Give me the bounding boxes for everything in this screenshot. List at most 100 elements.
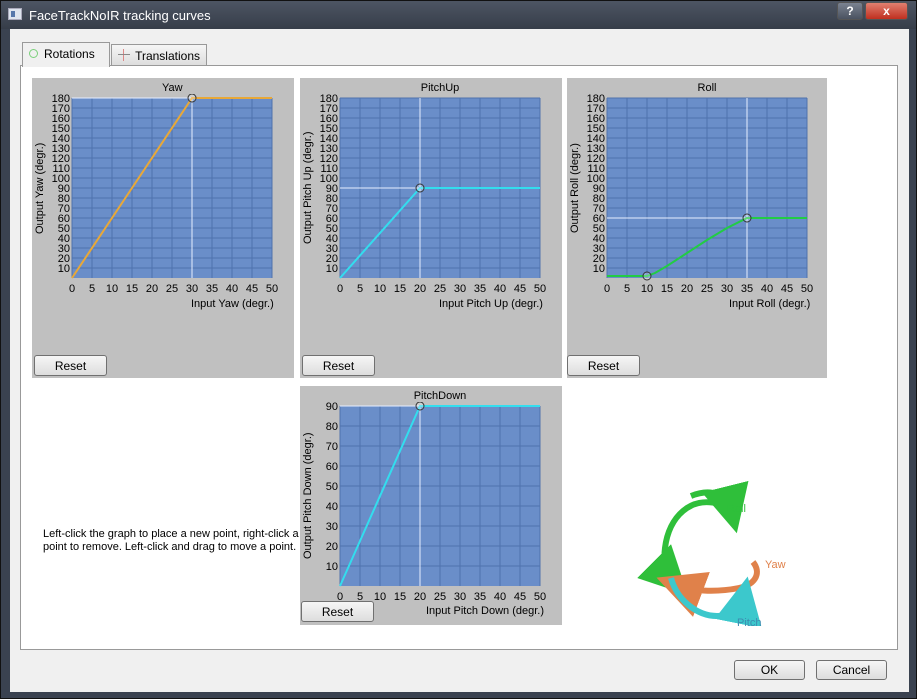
tab-rotations-label: Rotations [44, 47, 95, 61]
yaw-reset-button[interactable]: Reset [34, 355, 107, 376]
pitchdown-control-point[interactable] [415, 402, 425, 411]
rotation-icon [29, 49, 38, 58]
rotations-page: Yaw Output Yaw (degr.) 0 5 10 15 20 25 30 35 40 4… [20, 65, 898, 650]
pitchup-x-tick-label: 20 [414, 283, 426, 295]
yaw-x-tick-label: 15 [126, 283, 138, 295]
roll-y-tick-label: 180 [587, 94, 605, 105]
pitchdown-y-tick-label: 70 [326, 441, 338, 453]
roll-control-point[interactable] [642, 271, 652, 281]
yaw-label: Yaw [765, 559, 786, 571]
roll-x-axis-title: Input Roll (degr.) [729, 298, 811, 310]
help-button[interactable]: ? [837, 2, 863, 20]
pitchup-x-tick-label: 25 [434, 283, 446, 295]
pitch-arrow [668, 576, 762, 626]
yaw-x-tick-label: 25 [166, 283, 178, 295]
yaw-x-tick-label: 10 [106, 283, 118, 295]
pitchdown-y-tick-label: 20 [326, 541, 338, 553]
pitchdown-x-tick-label: 45 [514, 591, 526, 603]
yaw-chart-title: Yaw [162, 82, 183, 94]
roll-x-tick-label: 15 [661, 283, 673, 295]
pitchdown-chart[interactable]: 0 5 10 15 20 25 30 35 40 45 50102030405060708090 [314, 402, 562, 607]
pitchup-x-tick-label: 10 [374, 283, 386, 295]
yaw-x-tick-label: 45 [246, 283, 258, 295]
pitchdown-y-tick-label: 60 [326, 461, 338, 473]
pitchdown-reset-button[interactable]: Reset [301, 601, 374, 622]
pitchdown-x-tick-label: 25 [434, 591, 446, 603]
pitchup-chart[interactable]: 0 5 10 15 20 25 30 35 40 45 5010203040506070809010… [314, 94, 562, 314]
pitchdown-x-axis-title: Input Pitch Down (degr.) [426, 605, 545, 617]
pitchup-x-tick-label: 30 [454, 283, 466, 295]
yaw-x-tick-label: 0 [69, 283, 75, 295]
yaw-x-tick-label: 5 [89, 283, 95, 295]
tab-translations[interactable]: Translations [111, 44, 207, 66]
yaw-y-tick-label: 180 [52, 94, 70, 105]
title-bar[interactable]: FaceTrackNoIR tracking curves ? x [1, 1, 916, 29]
pitchdown-x-tick-label: 40 [494, 591, 506, 603]
roll-x-tick-label: 5 [624, 283, 630, 295]
yaw-control-point[interactable] [187, 94, 197, 103]
pitchup-y-axis-title: Output Pitch Up (degr.) [302, 131, 314, 245]
pitchup-control-point[interactable] [415, 183, 425, 193]
roll-label: Roll [727, 503, 746, 515]
roll-x-tick-label: 30 [721, 283, 733, 295]
cancel-button[interactable]: Cancel [816, 660, 887, 680]
yaw-x-tick-label: 50 [266, 283, 278, 295]
roll-x-tick-label: 45 [781, 283, 793, 295]
roll-x-tick-label: 20 [681, 283, 693, 295]
roll-arrow [637, 499, 720, 595]
roll-reset-button[interactable]: Reset [567, 355, 640, 376]
pitchdown-y-tick-label: 40 [326, 501, 338, 513]
pitchdown-x-tick-label: 30 [454, 591, 466, 603]
pitchdown-x-tick-label: 10 [374, 591, 386, 603]
roll-x-tick-label: 10 [641, 283, 653, 295]
pitchup-x-tick-label: 15 [394, 283, 406, 295]
tab-rotations[interactable]: Rotations [22, 42, 110, 67]
help-text: Left-click the graph to place a new poin… [43, 528, 299, 553]
pitchdown-x-tick-label: 35 [474, 591, 486, 603]
translation-icon [118, 49, 131, 61]
yaw-x-tick-label: 30 [186, 283, 198, 295]
yaw-x-tick-label: 20 [146, 283, 158, 295]
pitchdown-x-tick-label: 15 [394, 591, 406, 603]
yaw-chart[interactable]: 0 5 10 15 20 25 30 35 40 45 5010203040506070809010… [46, 94, 294, 314]
ok-button[interactable]: OK [734, 660, 805, 680]
pitchup-y-tick-label: 180 [320, 94, 338, 105]
yaw-arrow [656, 560, 760, 617]
roll-chart-title: Roll [697, 82, 717, 94]
pitchdown-y-axis-title: Output Pitch Down (degr.) [302, 432, 314, 560]
pitchdown-y-tick-label: 30 [326, 521, 338, 533]
pitchdown-chart-title: PitchDown [413, 390, 467, 402]
yaw-x-tick-label: 40 [226, 283, 238, 295]
pitchup-x-tick-label: 5 [357, 283, 363, 295]
pitchup-x-tick-label: 45 [514, 283, 526, 295]
app-icon [8, 8, 22, 20]
yaw-curve-panel: Yaw Output Yaw (degr.) 0 5 10 15 20 25 30 35 40 4… [32, 78, 294, 378]
roll-x-tick-label: 35 [741, 283, 753, 295]
pitchdown-y-tick-label: 50 [326, 481, 338, 493]
pitchdown-x-tick-label: 20 [414, 591, 426, 603]
roll-x-tick-label: 50 [801, 283, 813, 295]
yaw-y-axis-title: Output Yaw (degr.) [34, 142, 46, 234]
pitchdown-curve-panel: PitchDown Output Pitch Down (degr.) 0 5 10… [300, 386, 562, 625]
pitchup-reset-button[interactable]: Reset [302, 355, 375, 376]
close-button[interactable]: x [865, 2, 908, 20]
dialog-client-area: Rotations Translations Yaw Output Yaw (d… [10, 29, 909, 692]
pitchup-x-tick-label: 0 [337, 283, 343, 295]
pitchup-x-tick-label: 40 [494, 283, 506, 295]
rotation-axes-diagram: Roll Yaw Pitch [637, 480, 786, 626]
pitchup-chart-title: PitchUp [420, 82, 460, 94]
roll-x-tick-label: 0 [604, 283, 610, 295]
roll-control-point[interactable] [742, 213, 752, 223]
yaw-x-axis-title: Input Yaw (degr.) [191, 298, 274, 310]
pitchup-x-tick-label: 35 [474, 283, 486, 295]
pitchup-x-axis-title: Input Pitch Up (degr.) [439, 298, 543, 310]
pitchdown-x-tick-label: 50 [534, 591, 546, 603]
pitchup-curve-panel: PitchUp Output Pitch Up (degr.) 0 5 10 15 20… [300, 78, 562, 378]
roll-x-tick-label: 40 [761, 283, 773, 295]
roll-x-tick-label: 25 [701, 283, 713, 295]
dialog-window: FaceTrackNoIR tracking curves ? x Rotati… [0, 0, 917, 699]
pitchdown-y-tick-label: 10 [326, 561, 338, 573]
roll-y-axis-title: Output Roll (degr.) [569, 143, 581, 233]
roll-chart[interactable]: 0 5 10 15 20 25 30 35 40 45 5010203040506070809010… [581, 94, 827, 314]
yaw-x-tick-label: 35 [206, 283, 218, 295]
